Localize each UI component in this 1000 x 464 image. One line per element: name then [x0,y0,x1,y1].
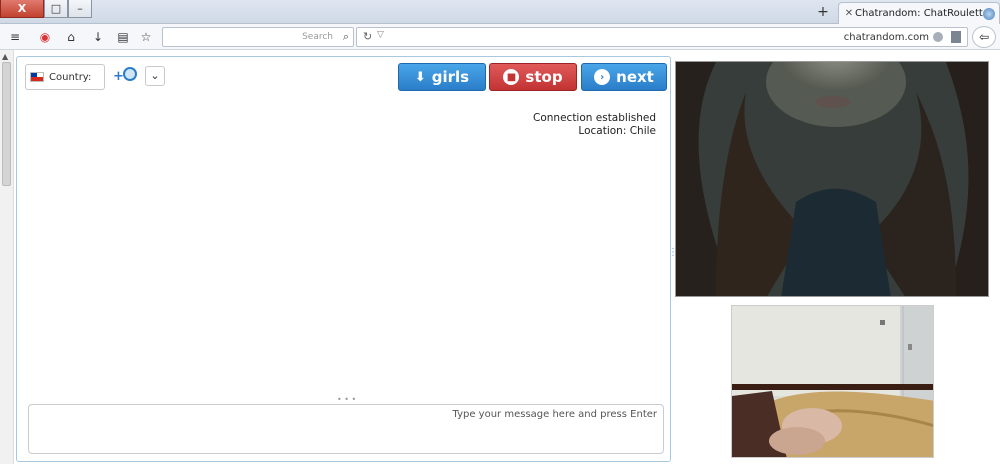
message-input[interactable] [28,404,664,454]
resize-grip-icon[interactable]: • • • [337,395,356,404]
window-maximize-button[interactable]: □ [44,0,68,18]
girls-button[interactable]: ⬇ girls [398,63,486,91]
scrollbar-thumb[interactable] [2,62,11,186]
download-arrow-icon: ⬇ [414,69,426,85]
stop-button-label: stop [525,68,563,86]
status-line-connection: Connection established [533,112,656,124]
search-icon[interactable]: ⌕ [343,30,349,44]
extension-icon[interactable]: ◉ [36,28,54,46]
add-webcam-icon[interactable]: + [113,66,141,86]
bookmark-star-icon[interactable]: ☆ [137,28,155,46]
status-line-location: Location: Chile [578,125,656,137]
navigation-bar: ≡ ◉ ⌂ ↓ ▤ ☆ Search ⌕ ↻ ▽ chatrandom.com … [0,24,1000,50]
back-button[interactable]: ⇦ [972,26,996,48]
next-circle-icon: › [594,69,611,85]
reader-icon[interactable]: ▤ [114,28,132,46]
scroll-up-icon[interactable]: ▲ [2,52,8,61]
chile-flag-icon [30,72,44,82]
remote-video [675,61,989,297]
url-dropdown-icon[interactable]: ▽ [377,30,384,40]
window-minimize-button[interactable]: – [68,0,92,18]
menu-icon[interactable]: ≡ [6,28,24,46]
country-selector[interactable]: Country: [25,64,105,90]
tab-title: Chatrandom: ChatRoulette... [855,8,983,19]
window-close-button[interactable]: X [0,0,44,18]
vertical-scrollbar[interactable]: ▲ [0,50,14,464]
address-bar[interactable]: ↻ ▽ chatrandom.com [356,27,968,47]
new-tab-button[interactable]: + [814,3,832,21]
next-button-label: next [616,68,654,86]
window-controls: X □ – [0,0,92,18]
page-info-icon[interactable] [951,31,961,43]
home-icon[interactable]: ⌂ [62,28,80,46]
globe-icon [933,32,943,42]
girls-button-label: girls [431,68,470,86]
title-bar: X □ – + ✕ Chatrandom: ChatRoulette... [0,0,1000,24]
chat-panel: Country: + ⌄ ⬇ girls ■ stop › next Conne… [16,56,671,462]
browser-tab[interactable]: ✕ Chatrandom: ChatRoulette... [838,2,1000,24]
reload-icon[interactable]: ↻ [363,30,372,43]
country-label: Country: [49,71,92,83]
tab-close-icon[interactable]: ✕ [843,8,855,19]
self-video [731,305,934,458]
settings-dropdown-button[interactable]: ⌄ [145,66,165,86]
search-placeholder: Search [302,32,333,42]
favicon-icon [983,7,995,20]
url-text: chatrandom.com [843,32,929,43]
next-button[interactable]: › next [581,63,667,91]
download-icon[interactable]: ↓ [89,28,107,46]
stop-circle-icon: ■ [503,69,520,85]
search-field[interactable]: Search ⌕ [162,27,354,47]
browser-window: X □ – + ✕ Chatrandom: ChatRoulette... ≡ … [0,0,1000,464]
stop-button[interactable]: ■ stop [489,63,577,91]
chat-status: Connection established Location: Chile [533,112,656,138]
